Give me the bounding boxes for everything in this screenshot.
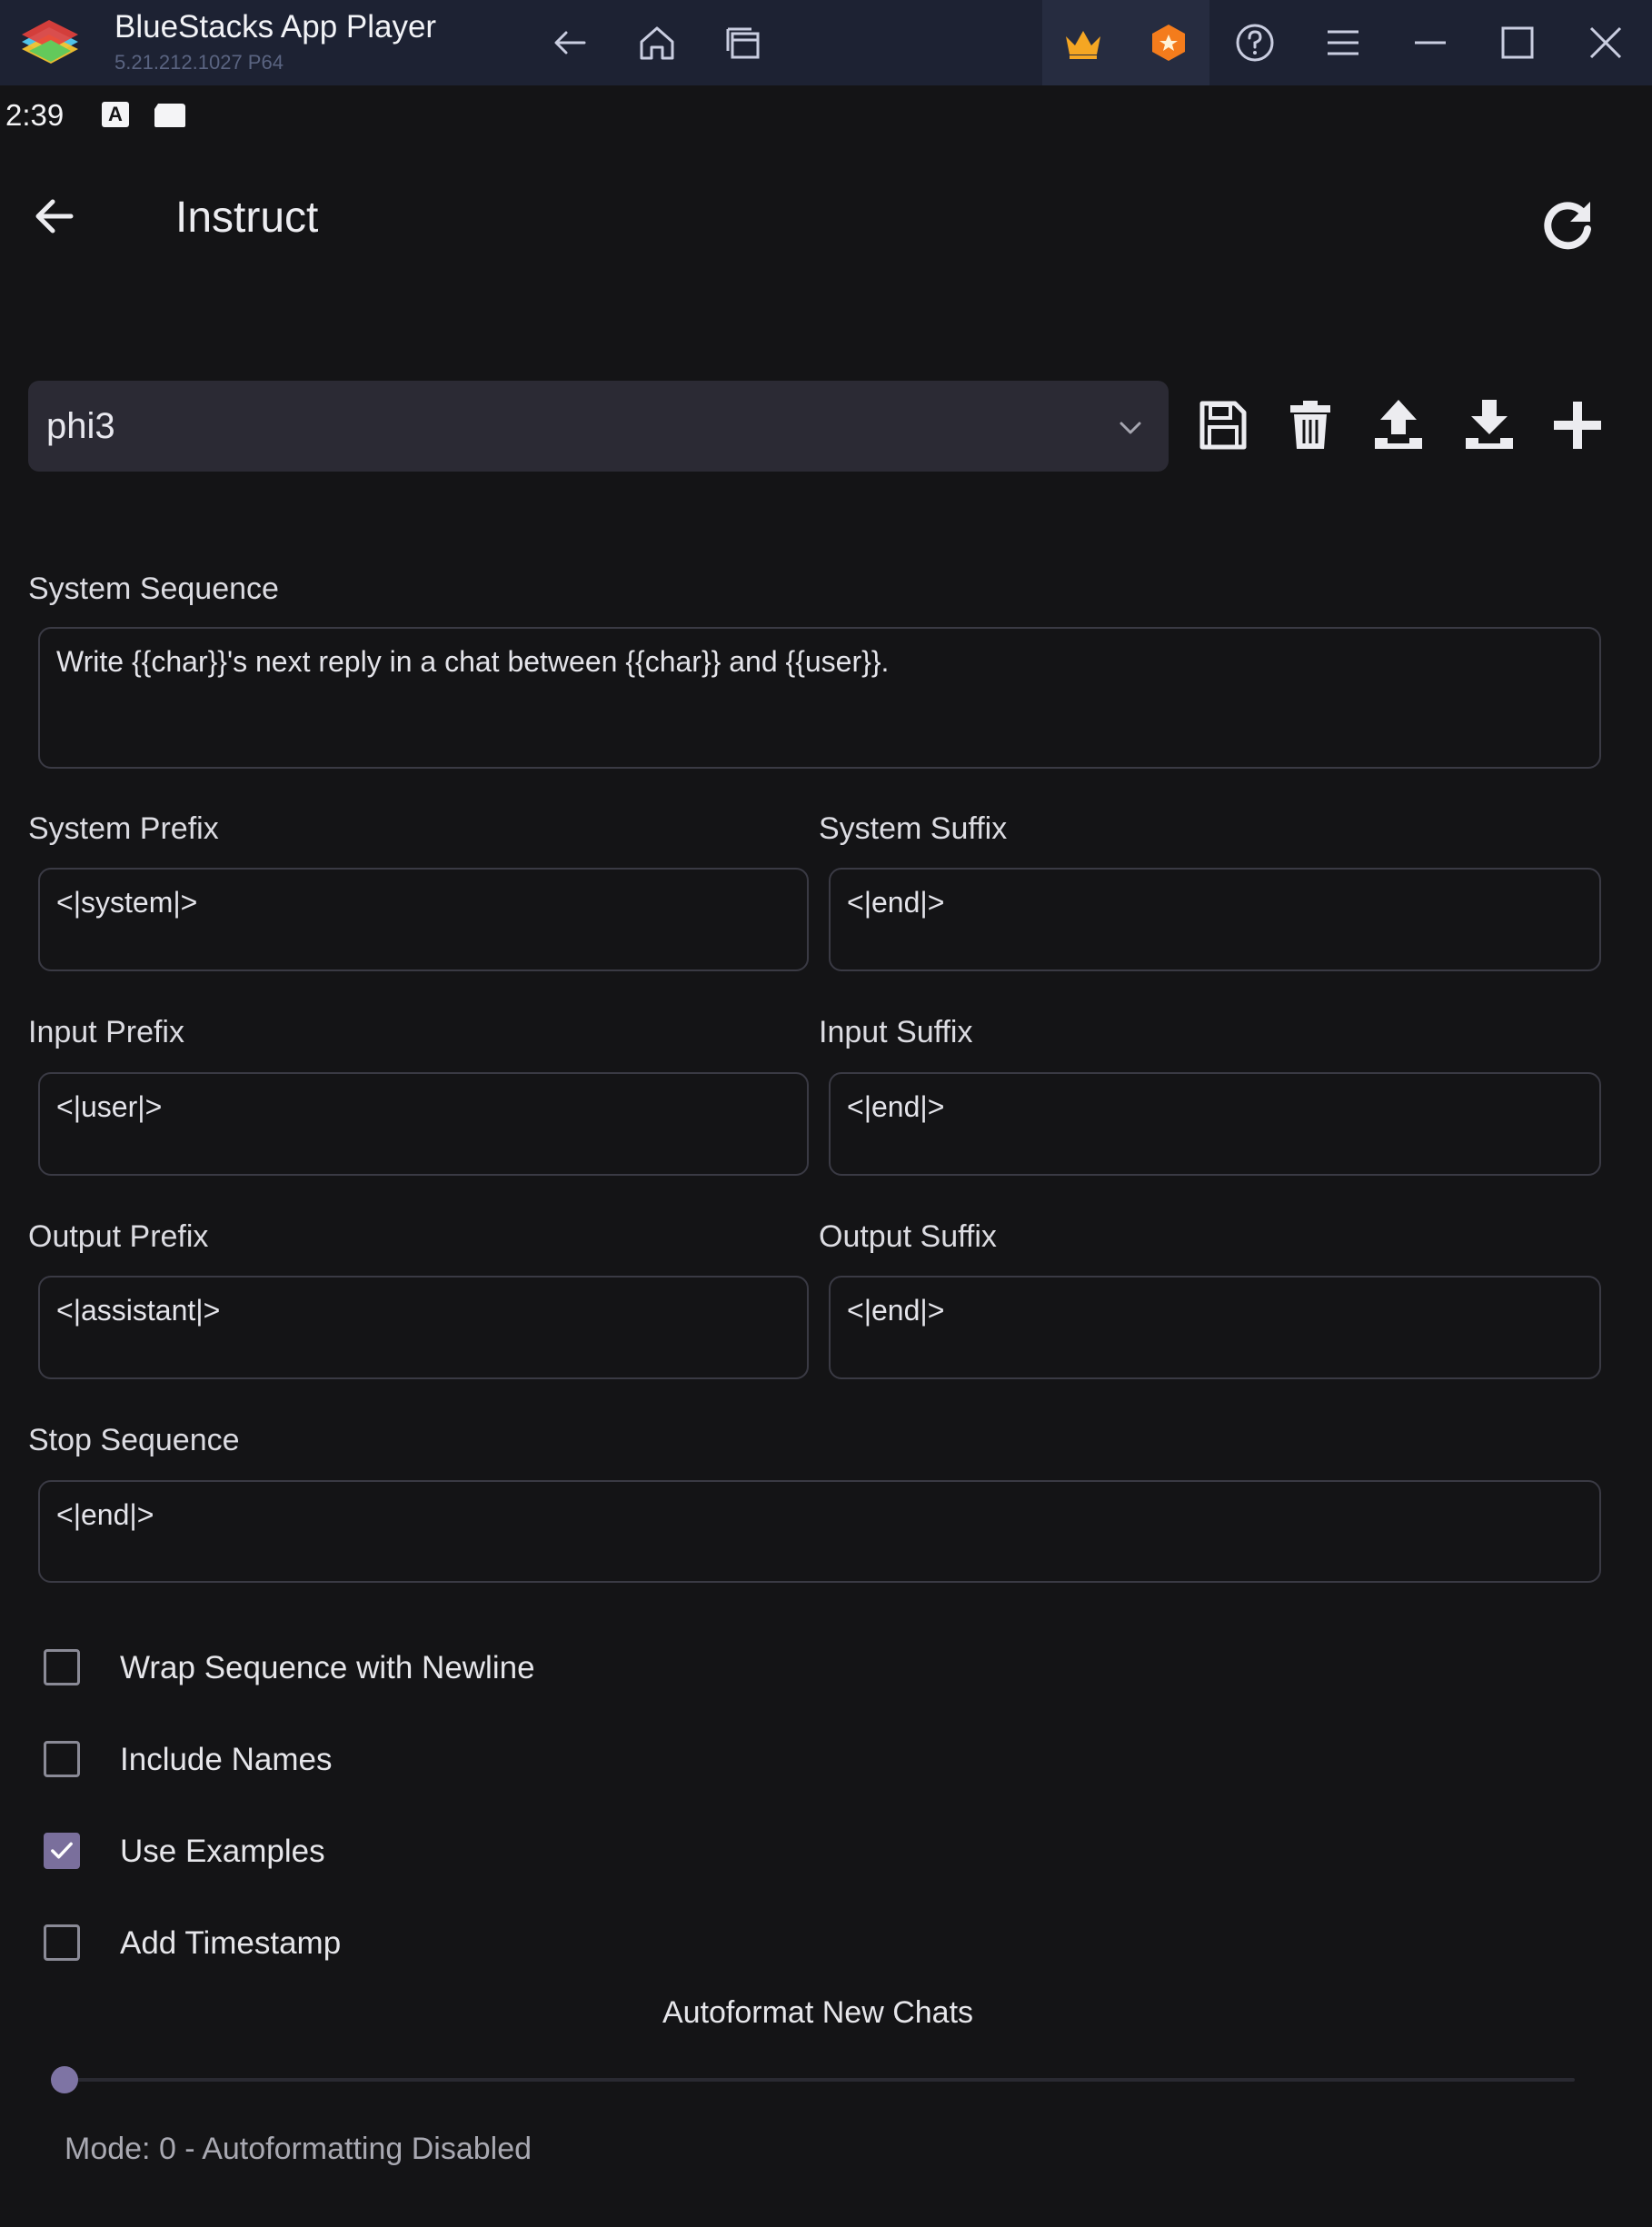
add-preset-button[interactable] [1548,396,1607,454]
chevron-down-icon [1116,413,1145,442]
close-icon[interactable] [1583,20,1628,65]
upload-button[interactable] [1369,396,1428,454]
input-prefix-label: Input Prefix [28,1015,184,1049]
add-timestamp-label: Add Timestamp [120,1925,342,1961]
include-names-checkbox-row[interactable]: Include Names [44,1738,680,1784]
sd-card-icon [153,102,187,129]
use-examples-checkbox[interactable] [44,1833,80,1869]
home-icon[interactable] [634,20,680,65]
upload-icon [1375,400,1422,449]
save-icon [1199,401,1247,450]
output-prefix-label: Output Prefix [28,1219,209,1254]
output-prefix-value: <|assistant|> [56,1294,221,1327]
input-prefix-value: <|user|> [56,1090,163,1123]
window-title: BlueStacks App Player [114,9,437,45]
window-titlebar: BlueStacks App Player 5.21.212.1027 P64 [0,0,1652,85]
add-timestamp-checkbox[interactable] [44,1924,80,1961]
crown-icon[interactable] [1060,20,1106,65]
refresh-icon [1544,202,1591,250]
status-time: 2:39 [5,98,65,132]
output-suffix-value: <|end|> [847,1294,945,1327]
system-prefix-label: System Prefix [28,811,219,846]
use-examples-label: Use Examples [120,1834,325,1869]
autoformat-slider-thumb[interactable] [51,2066,78,2093]
download-icon [1466,400,1513,449]
add-timestamp-checkbox-row[interactable]: Add Timestamp [44,1922,680,1967]
download-button[interactable] [1460,396,1518,454]
bluestacks-logo-icon [16,15,84,73]
system-sequence-value: Write {{char}}'s next reply in a chat be… [56,645,890,678]
autoformat-title: Autoformat New Chats [662,1995,974,2030]
system-suffix-label: System Suffix [819,811,1008,846]
system-suffix-value: <|end|> [847,886,945,919]
recent-apps-icon[interactable] [721,20,766,65]
system-suffix-input[interactable]: <|end|> [829,868,1601,971]
output-suffix-input[interactable]: <|end|> [829,1276,1601,1379]
back-button[interactable] [29,191,80,242]
input-prefix-input[interactable]: <|user|> [38,1072,809,1176]
wrap-sequence-checkbox[interactable] [44,1649,80,1685]
trash-icon [1290,401,1330,449]
preset-value: phi3 [46,406,115,446]
system-prefix-input[interactable]: <|system|> [38,868,809,971]
help-icon[interactable] [1232,20,1278,65]
refresh-button[interactable] [1536,193,1599,256]
include-names-label: Include Names [120,1742,333,1777]
autoformat-slider-track[interactable] [64,2078,1575,2082]
maximize-icon[interactable] [1495,20,1540,65]
system-sequence-input[interactable]: Write {{char}}'s next reply in a chat be… [38,627,1601,769]
minimize-icon[interactable] [1408,20,1453,65]
output-prefix-input[interactable]: <|assistant|> [38,1276,809,1379]
window-version: 5.21.212.1027 P64 [114,51,284,74]
output-suffix-label: Output Suffix [819,1219,997,1254]
input-suffix-input[interactable]: <|end|> [829,1072,1601,1176]
status-a-icon: A [102,102,129,127]
menu-icon[interactable] [1320,20,1366,65]
back-arrow-icon[interactable] [548,20,593,65]
wrap-sequence-label: Wrap Sequence with Newline [120,1650,535,1685]
system-sequence-label: System Sequence [28,572,279,606]
back-arrow-icon [35,199,74,234]
wrap-sequence-checkbox-row[interactable]: Wrap Sequence with Newline [44,1646,680,1692]
page-title: Instruct [175,194,319,242]
preset-select[interactable]: phi3 [28,381,1169,472]
stop-sequence-input[interactable]: <|end|> [38,1480,1601,1583]
include-names-checkbox[interactable] [44,1741,80,1777]
input-suffix-label: Input Suffix [819,1015,973,1049]
delete-button[interactable] [1281,396,1339,454]
autoformat-mode-text: Mode: 0 - Autoformatting Disabled [65,2132,532,2166]
save-button[interactable] [1193,396,1251,454]
system-prefix-value: <|system|> [56,886,198,919]
stop-sequence-value: <|end|> [56,1498,154,1531]
input-suffix-value: <|end|> [847,1090,945,1123]
use-examples-checkbox-row[interactable]: Use Examples [44,1830,680,1875]
stop-sequence-label: Stop Sequence [28,1423,240,1457]
badge-icon[interactable] [1146,20,1191,65]
plus-icon [1554,402,1601,449]
check-icon [51,1842,73,1859]
